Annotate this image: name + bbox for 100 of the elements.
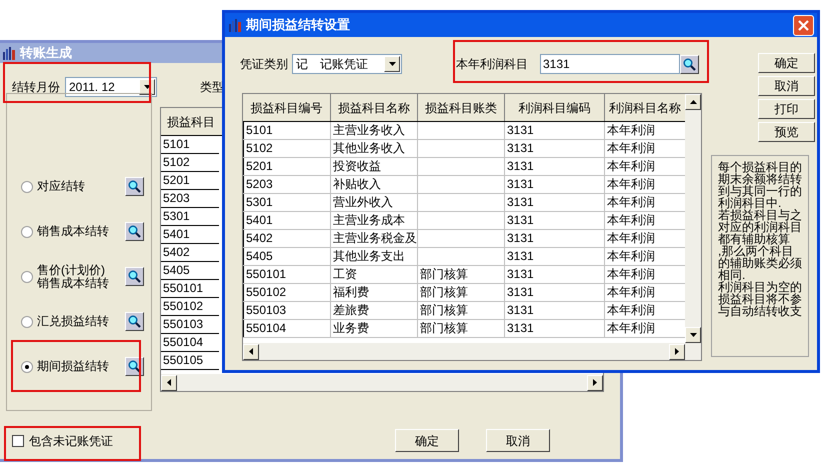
table-cell: 5401 (243, 212, 331, 229)
table-cell: 部门核算 (418, 266, 505, 283)
button[interactable]: 打印 (758, 99, 815, 119)
scroll-right-button[interactable] (587, 374, 603, 390)
table-cell: 主营业务收入 (331, 122, 418, 139)
search-icon (128, 360, 141, 373)
scroll-left-button[interactable] (161, 374, 177, 390)
table-cell: 550101 (243, 266, 331, 283)
button[interactable]: 确定 (395, 429, 459, 452)
field-label: 本年利润科目 (456, 56, 528, 73)
radio-option[interactable]: 对应结转 (21, 180, 125, 193)
app-icon (228, 18, 242, 32)
table-cell: 550102 (243, 284, 331, 301)
table-cell: 5402 (243, 230, 331, 247)
table-cell: 其他业务收入 (331, 140, 418, 157)
search-icon (128, 180, 141, 193)
table-cell: 部门核算 (418, 302, 505, 319)
radio-option[interactable]: 销售成本结转 (21, 225, 125, 238)
table-cell: 550103 (161, 316, 219, 334)
search-button[interactable] (125, 177, 144, 196)
close-icon (798, 20, 809, 30)
table-cell: 550104 (243, 320, 331, 337)
table-cell: 550104 (161, 334, 219, 352)
window-title: 转账生成 (20, 44, 72, 62)
table-cell: 3131 (505, 176, 605, 193)
table-cell: 3131 (505, 302, 605, 319)
arrow-up-icon (690, 100, 696, 104)
field-label: 凭证类别 (240, 56, 288, 73)
caret-icon (144, 85, 150, 89)
table-cell: 5201 (161, 172, 219, 190)
table-cell: 3131 (505, 248, 605, 265)
radio-option[interactable]: 售价(计划价) 销售成本结转 (21, 264, 125, 290)
note-text: 若损益科目与之对应的利润科目都有辅助核算 (718, 209, 803, 245)
table-cell: 投资收益 (331, 158, 418, 175)
table-cell: 3131 (505, 266, 605, 283)
note-text: ,那么两个科目的辅助账类必须相同. (718, 245, 803, 281)
table-cell: 主营业务成本 (331, 212, 418, 229)
table-cell: 5101 (161, 136, 219, 154)
scroll-right-button[interactable] (669, 344, 685, 360)
radio-button[interactable] (21, 316, 33, 328)
table-cell: 部门核算 (418, 284, 505, 301)
arrow-left-icon (249, 348, 253, 355)
scroll-left-button[interactable] (243, 344, 259, 360)
dropdown[interactable]: 记 记账凭证 (292, 54, 402, 74)
table-cell: 5405 (243, 248, 331, 265)
arrow-right-icon (675, 348, 679, 355)
button[interactable]: 预览 (758, 122, 815, 142)
table-cell: 550103 (243, 302, 331, 319)
note-text: 每个损益科目的期末余额将结转到与其同一行的利润科目中. (718, 161, 803, 209)
table-cell: 业务费 (331, 320, 418, 337)
scroll-up-button[interactable] (685, 94, 701, 110)
table-cell: 工资 (331, 266, 418, 283)
table-cell: 5301 (243, 194, 331, 211)
button[interactable]: 确定 (758, 53, 815, 73)
table-cell: 5203 (243, 176, 331, 193)
radio-option[interactable]: 期间损益结转 (21, 360, 125, 373)
table-cell: 补贴收入 (331, 176, 418, 193)
radio-button[interactable] (21, 360, 33, 372)
input-field[interactable]: 3131 (540, 54, 680, 74)
scroll-down-button[interactable] (685, 327, 701, 343)
vertical-scrollbar[interactable] (685, 94, 701, 360)
table-cell: 3131 (505, 158, 605, 175)
table-cell: 部门核算 (418, 320, 505, 337)
table-cell: 550101 (161, 280, 219, 298)
arrow-left-icon (167, 379, 171, 386)
close-button[interactable] (793, 14, 814, 36)
arrow-right-icon (593, 379, 597, 386)
table-cell: 主营业务税金及 (331, 230, 418, 247)
table-cell: 福利费 (331, 284, 418, 301)
dropdown[interactable]: 2011. 12 (65, 77, 157, 97)
table-cell: 3131 (505, 212, 605, 229)
radio-option[interactable]: 汇兑损益结转 (21, 315, 125, 328)
app-icon (2, 46, 16, 60)
horizontal-scrollbar[interactable] (161, 374, 603, 391)
horizontal-scrollbar[interactable] (243, 343, 685, 360)
table-cell: 550105 (161, 352, 219, 370)
field-label: 结转月份 (12, 79, 60, 96)
search-button[interactable] (125, 267, 144, 286)
search-icon (128, 270, 141, 283)
table-cell: 5405 (161, 262, 219, 280)
search-button[interactable] (125, 312, 144, 331)
table-cell: 3131 (505, 194, 605, 211)
radio-button[interactable] (21, 180, 33, 192)
search-button[interactable] (680, 54, 699, 74)
radio-button[interactable] (21, 226, 33, 238)
search-button[interactable] (125, 222, 144, 241)
button[interactable]: 取消 (758, 76, 815, 96)
search-icon (683, 58, 696, 70)
checkbox-option[interactable]: 包含未记账凭证 (12, 432, 113, 450)
note-text: 利润科目为空的损益科目将不参与自动结转收支 (718, 281, 803, 317)
table-cell: 5301 (161, 208, 219, 226)
table-cell: 5203 (161, 190, 219, 208)
arrow-down-icon (690, 333, 696, 337)
window-title: 期间损益结转设置 (246, 16, 351, 34)
button[interactable]: 取消 (486, 429, 550, 452)
table-cell: 3131 (505, 140, 605, 157)
table-cell: 5401 (161, 226, 219, 244)
radio-button[interactable] (21, 270, 33, 282)
checkbox[interactable] (12, 434, 24, 446)
table-cell: 5102 (243, 140, 331, 157)
